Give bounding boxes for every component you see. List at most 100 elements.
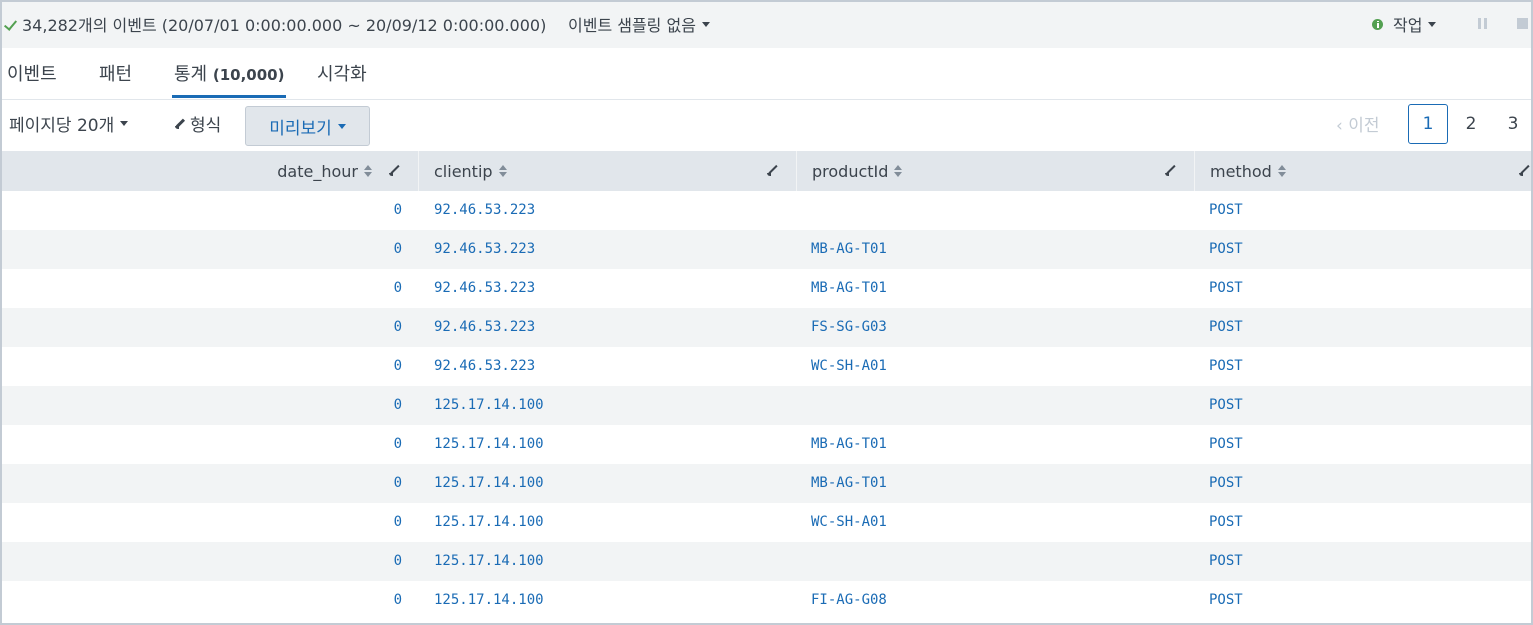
pause-icon[interactable] bbox=[1478, 18, 1487, 29]
event-count-text: 34,282개의 이벤트 (20/07/01 0:00:00.000 ~ 20/… bbox=[22, 16, 547, 35]
table-row: 0 125.17.14.100 MB-AG-T01 POST bbox=[2, 425, 1531, 464]
cell-method[interactable]: POST bbox=[1209, 503, 1243, 542]
table-row: 0 125.17.14.100 MB-AG-T01 POST bbox=[2, 464, 1531, 503]
table-row: 0 125.17.14.100 POST bbox=[2, 386, 1531, 425]
column-format-icon[interactable] bbox=[1518, 164, 1531, 178]
cell-productid[interactable]: MB-AG-T01 bbox=[811, 425, 887, 464]
cell-date-hour[interactable]: 0 bbox=[394, 347, 402, 386]
job-label: 작업 bbox=[1393, 16, 1423, 35]
per-page-dropdown[interactable]: 페이지당 20개 bbox=[9, 111, 129, 136]
table-row: 0 92.46.53.223 POST bbox=[2, 191, 1531, 230]
tab-label: 패턴 bbox=[99, 64, 133, 85]
check-icon bbox=[4, 15, 20, 33]
table-row: 0 125.17.14.100 POST bbox=[2, 542, 1531, 581]
cell-method[interactable]: POST bbox=[1209, 347, 1243, 386]
table-row: 0 92.46.53.223 MB-AG-T01 POST bbox=[2, 230, 1531, 269]
cell-productid[interactable]: FI-AG-G08 bbox=[811, 581, 887, 620]
column-header-method[interactable]: method bbox=[1210, 151, 1286, 191]
column-header-productid[interactable]: productId bbox=[812, 151, 903, 191]
cell-date-hour[interactable]: 0 bbox=[394, 191, 402, 230]
column-divider bbox=[796, 151, 797, 191]
cell-clientip[interactable]: 125.17.14.100 bbox=[434, 386, 544, 425]
cell-date-hour[interactable]: 0 bbox=[394, 230, 402, 269]
cell-date-hour[interactable]: 0 bbox=[394, 503, 402, 542]
page-button-2[interactable]: 2 bbox=[1451, 104, 1491, 144]
tab-count: (10,000) bbox=[212, 66, 285, 84]
table-row: 0 92.46.53.223 FS-SG-G03 POST bbox=[2, 308, 1531, 347]
preview-button[interactable]: 미리보기 bbox=[245, 106, 370, 146]
cell-clientip[interactable]: 125.17.14.100 bbox=[434, 503, 544, 542]
cell-clientip[interactable]: 92.46.53.223 bbox=[434, 191, 535, 230]
cell-method[interactable]: POST bbox=[1209, 464, 1243, 503]
statistics-table: date_hour clientip productId method 0 92… bbox=[2, 151, 1531, 620]
results-toolbar: 페이지당 20개 형식 미리보기 ‹ 이전 1 2 3 bbox=[2, 101, 1531, 151]
tab-label: 통계 bbox=[174, 64, 208, 85]
table-header: date_hour clientip productId method bbox=[2, 151, 1531, 191]
caret-down-icon bbox=[701, 21, 710, 27]
table-body: 0 92.46.53.223 POST 0 92.46.53.223 MB-AG… bbox=[2, 191, 1531, 620]
cell-method[interactable]: POST bbox=[1209, 542, 1243, 581]
cell-clientip[interactable]: 92.46.53.223 bbox=[434, 269, 535, 308]
page-button-1[interactable]: 1 bbox=[1408, 104, 1448, 144]
column-divider bbox=[418, 151, 419, 191]
results-tabs: 이벤트 패턴 통계 (10,000) 시각화 bbox=[2, 48, 1531, 100]
cell-productid[interactable]: WC-SH-A01 bbox=[811, 347, 887, 386]
column-label: date_hour bbox=[277, 161, 358, 181]
caret-down-icon bbox=[337, 123, 346, 129]
prev-page-button[interactable]: ‹ 이전 bbox=[1336, 111, 1380, 136]
tab-events[interactable]: 이벤트 bbox=[7, 60, 57, 98]
column-format-icon[interactable] bbox=[388, 164, 402, 178]
cell-date-hour[interactable]: 0 bbox=[394, 581, 402, 620]
cell-productid[interactable]: MB-AG-T01 bbox=[811, 269, 887, 308]
search-results-panel: 34,282개의 이벤트 (20/07/01 0:00:00.000 ~ 20/… bbox=[0, 0, 1533, 625]
tab-statistics[interactable]: 통계 (10,000) bbox=[172, 60, 287, 98]
cell-method[interactable]: POST bbox=[1209, 425, 1243, 464]
cell-method[interactable]: POST bbox=[1209, 581, 1243, 620]
cell-method[interactable]: POST bbox=[1209, 230, 1243, 269]
cell-method[interactable]: POST bbox=[1209, 269, 1243, 308]
cell-clientip[interactable]: 125.17.14.100 bbox=[434, 464, 544, 503]
sort-icon bbox=[364, 165, 372, 177]
cell-date-hour[interactable]: 0 bbox=[394, 542, 402, 581]
column-format-icon[interactable] bbox=[1164, 164, 1178, 178]
format-button[interactable]: 형식 bbox=[174, 111, 221, 136]
table-row: 0 125.17.14.100 FI-AG-G08 POST bbox=[2, 581, 1531, 620]
column-label: productId bbox=[812, 161, 889, 181]
chevron-left-icon: ‹ bbox=[1336, 116, 1343, 136]
cell-method[interactable]: POST bbox=[1209, 308, 1243, 347]
tab-label: 이벤트 bbox=[7, 64, 57, 85]
cell-date-hour[interactable]: 0 bbox=[394, 464, 402, 503]
cell-clientip[interactable]: 125.17.14.100 bbox=[434, 542, 544, 581]
cell-date-hour[interactable]: 0 bbox=[394, 386, 402, 425]
tab-visualization[interactable]: 시각화 bbox=[317, 60, 367, 98]
stop-icon[interactable] bbox=[1517, 18, 1528, 29]
column-header-date-hour[interactable]: date_hour bbox=[277, 151, 372, 191]
sampling-label: 이벤트 샘플링 없음 bbox=[568, 16, 696, 35]
cell-method[interactable]: POST bbox=[1209, 386, 1243, 425]
cell-clientip[interactable]: 92.46.53.223 bbox=[434, 347, 535, 386]
cell-productid[interactable]: MB-AG-T01 bbox=[811, 230, 887, 269]
sampling-dropdown[interactable]: 이벤트 샘플링 없음 bbox=[568, 12, 710, 36]
column-format-icon[interactable] bbox=[766, 164, 780, 178]
cell-clientip[interactable]: 125.17.14.100 bbox=[434, 581, 544, 620]
job-menu[interactable]: 작업 bbox=[1372, 12, 1437, 36]
caret-down-icon bbox=[1428, 21, 1437, 27]
cell-date-hour[interactable]: 0 bbox=[394, 425, 402, 464]
tab-patterns[interactable]: 패턴 bbox=[99, 60, 132, 98]
cell-productid[interactable]: FS-SG-G03 bbox=[811, 308, 887, 347]
cell-method[interactable]: POST bbox=[1209, 191, 1243, 230]
column-label: clientip bbox=[434, 161, 493, 181]
column-header-clientip[interactable]: clientip bbox=[434, 151, 507, 191]
cell-clientip[interactable]: 125.17.14.100 bbox=[434, 425, 544, 464]
cell-clientip[interactable]: 92.46.53.223 bbox=[434, 308, 535, 347]
table-row: 0 125.17.14.100 WC-SH-A01 POST bbox=[2, 503, 1531, 542]
cell-productid[interactable]: MB-AG-T01 bbox=[811, 464, 887, 503]
job-status-bar: 34,282개의 이벤트 (20/07/01 0:00:00.000 ~ 20/… bbox=[2, 2, 1531, 48]
format-label: 형식 bbox=[190, 116, 222, 136]
page-button-3[interactable]: 3 bbox=[1493, 104, 1531, 144]
cell-clientip[interactable]: 92.46.53.223 bbox=[434, 230, 535, 269]
column-divider bbox=[1194, 151, 1195, 191]
cell-date-hour[interactable]: 0 bbox=[394, 269, 402, 308]
cell-date-hour[interactable]: 0 bbox=[394, 308, 402, 347]
cell-productid[interactable]: WC-SH-A01 bbox=[811, 503, 887, 542]
